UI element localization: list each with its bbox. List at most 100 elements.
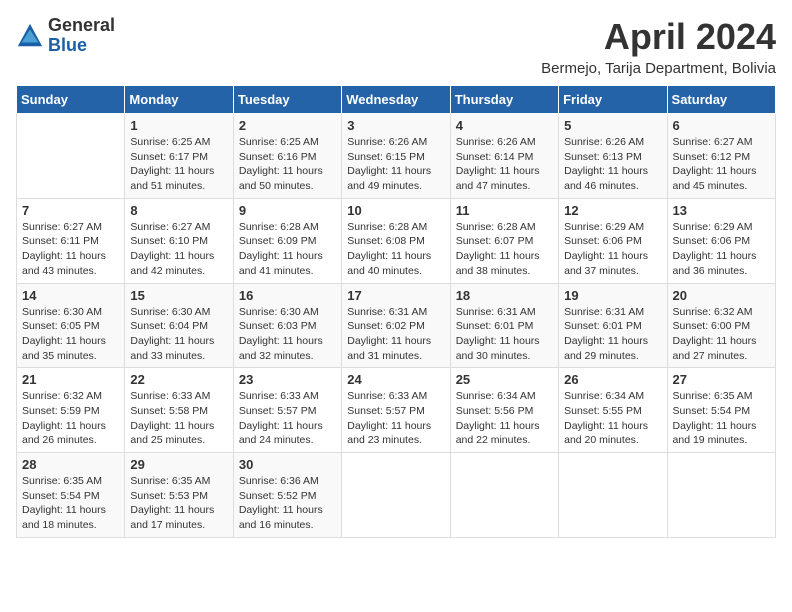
day-number: 3 xyxy=(347,118,444,133)
day-number: 7 xyxy=(22,203,119,218)
day-number: 9 xyxy=(239,203,336,218)
week-row-4: 21Sunrise: 6:32 AMSunset: 5:59 PMDayligh… xyxy=(17,368,776,453)
day-header-monday: Monday xyxy=(125,86,233,114)
logo-text: General Blue xyxy=(48,16,115,56)
calendar-cell: 19 Sunrise: 6:31 AMSunset: 6:01 PMDayligh… xyxy=(559,283,667,368)
day-info: Sunrise: 6:27 AMSunset: 6:12 PMDaylight:… xyxy=(673,135,770,194)
day-info: Sunrise: 6:34 AMSunset: 5:56 PMDaylight:… xyxy=(456,389,553,448)
day-info: Sunrise: 6:34 AMSunset: 5:55 PMDaylight:… xyxy=(564,389,661,448)
logo-blue: Blue xyxy=(48,36,115,56)
day-number: 28 xyxy=(22,457,119,472)
day-number: 10 xyxy=(347,203,444,218)
day-info: Sunrise: 6:29 AMSunset: 6:06 PMDaylight:… xyxy=(564,220,661,279)
day-info: Sunrise: 6:35 AMSunset: 5:54 PMDaylight:… xyxy=(22,474,119,533)
calendar-cell: 13 Sunrise: 6:29 AMSunset: 6:06 PMDayligh… xyxy=(667,198,775,283)
calendar-cell: 21Sunrise: 6:32 AMSunset: 5:59 PMDayligh… xyxy=(17,368,125,453)
calendar-cell: 18 Sunrise: 6:31 AMSunset: 6:01 PMDayligh… xyxy=(450,283,558,368)
calendar-cell: 22Sunrise: 6:33 AMSunset: 5:58 PMDayligh… xyxy=(125,368,233,453)
day-number: 14 xyxy=(22,288,119,303)
day-number: 18 xyxy=(456,288,553,303)
calendar-cell: 30 Sunrise: 6:36 AMSunset: 5:52 PMDayligh… xyxy=(233,453,341,538)
day-number: 15 xyxy=(130,288,227,303)
calendar-cell: 12 Sunrise: 6:29 AMSunset: 6:06 PMDayligh… xyxy=(559,198,667,283)
logo-icon xyxy=(16,22,44,50)
day-number: 8 xyxy=(130,203,227,218)
calendar-cell: 14 Sunrise: 6:30 AMSunset: 6:05 PMDayligh… xyxy=(17,283,125,368)
calendar-table: SundayMondayTuesdayWednesdayThursdayFrid… xyxy=(16,85,776,538)
day-info: Sunrise: 6:35 AMSunset: 5:53 PMDaylight:… xyxy=(130,474,227,533)
day-number: 23 xyxy=(239,372,336,387)
day-info: Sunrise: 6:33 AMSunset: 5:57 PMDaylight:… xyxy=(347,389,444,448)
day-info: Sunrise: 6:36 AMSunset: 5:52 PMDaylight:… xyxy=(239,474,336,533)
day-info: Sunrise: 6:30 AMSunset: 6:05 PMDaylight:… xyxy=(22,305,119,364)
calendar-cell: 27Sunrise: 6:35 AMSunset: 5:54 PMDayligh… xyxy=(667,368,775,453)
day-number: 16 xyxy=(239,288,336,303)
day-number: 30 xyxy=(239,457,336,472)
day-info: Sunrise: 6:26 AMSunset: 6:15 PMDaylight:… xyxy=(347,135,444,194)
day-header-wednesday: Wednesday xyxy=(342,86,450,114)
day-number: 2 xyxy=(239,118,336,133)
day-info: Sunrise: 6:31 AMSunset: 6:01 PMDaylight:… xyxy=(564,305,661,364)
day-info: Sunrise: 6:30 AMSunset: 6:04 PMDaylight:… xyxy=(130,305,227,364)
week-row-5: 28 Sunrise: 6:35 AMSunset: 5:54 PMDayligh… xyxy=(17,453,776,538)
day-info: Sunrise: 6:25 AMSunset: 6:16 PMDaylight:… xyxy=(239,135,336,194)
day-number: 22 xyxy=(130,372,227,387)
day-number: 13 xyxy=(673,203,770,218)
calendar-cell: 24 Sunrise: 6:33 AMSunset: 5:57 PMDayligh… xyxy=(342,368,450,453)
calendar-cell: 10 Sunrise: 6:28 AMSunset: 6:08 PMDayligh… xyxy=(342,198,450,283)
day-number: 19 xyxy=(564,288,661,303)
calendar-cell: 5Sunrise: 6:26 AMSunset: 6:13 PMDaylight… xyxy=(559,114,667,199)
calendar-cell: 11 Sunrise: 6:28 AMSunset: 6:07 PMDayligh… xyxy=(450,198,558,283)
day-number: 29 xyxy=(130,457,227,472)
calendar-cell: 2 Sunrise: 6:25 AMSunset: 6:16 PMDaylight… xyxy=(233,114,341,199)
day-info: Sunrise: 6:31 AMSunset: 6:02 PMDaylight:… xyxy=(347,305,444,364)
day-number: 11 xyxy=(456,203,553,218)
day-number: 24 xyxy=(347,372,444,387)
calendar-cell: 20 Sunrise: 6:32 AMSunset: 6:00 PMDayligh… xyxy=(667,283,775,368)
calendar-cell xyxy=(342,453,450,538)
calendar-cell: 26Sunrise: 6:34 AMSunset: 5:55 PMDayligh… xyxy=(559,368,667,453)
day-number: 20 xyxy=(673,288,770,303)
day-info: Sunrise: 6:30 AMSunset: 6:03 PMDaylight:… xyxy=(239,305,336,364)
day-number: 6 xyxy=(673,118,770,133)
calendar-cell: 6 Sunrise: 6:27 AMSunset: 6:12 PMDaylight… xyxy=(667,114,775,199)
calendar-cell: 29 Sunrise: 6:35 AMSunset: 5:53 PMDayligh… xyxy=(125,453,233,538)
calendar-cell: 15 Sunrise: 6:30 AMSunset: 6:04 PMDayligh… xyxy=(125,283,233,368)
calendar-cell xyxy=(667,453,775,538)
week-row-1: 1Sunrise: 6:25 AMSunset: 6:17 PMDaylight… xyxy=(17,114,776,199)
day-number: 12 xyxy=(564,203,661,218)
calendar-cell: 23 Sunrise: 6:33 AMSunset: 5:57 PMDayligh… xyxy=(233,368,341,453)
calendar-header-row: SundayMondayTuesdayWednesdayThursdayFrid… xyxy=(17,86,776,114)
day-header-saturday: Saturday xyxy=(667,86,775,114)
day-number: 17 xyxy=(347,288,444,303)
calendar-cell: 7 Sunrise: 6:27 AMSunset: 6:11 PMDaylight… xyxy=(17,198,125,283)
day-info: Sunrise: 6:31 AMSunset: 6:01 PMDaylight:… xyxy=(456,305,553,364)
calendar-cell: 28 Sunrise: 6:35 AMSunset: 5:54 PMDayligh… xyxy=(17,453,125,538)
day-info: Sunrise: 6:27 AMSunset: 6:11 PMDaylight:… xyxy=(22,220,119,279)
logo-general: General xyxy=(48,16,115,36)
calendar-cell: 1Sunrise: 6:25 AMSunset: 6:17 PMDaylight… xyxy=(125,114,233,199)
day-info: Sunrise: 6:35 AMSunset: 5:54 PMDaylight:… xyxy=(673,389,770,448)
day-header-sunday: Sunday xyxy=(17,86,125,114)
calendar-cell xyxy=(17,114,125,199)
location: Bermejo, Tarija Department, Bolivia xyxy=(541,60,776,77)
day-number: 21 xyxy=(22,372,119,387)
day-number: 4 xyxy=(456,118,553,133)
day-info: Sunrise: 6:28 AMSunset: 6:08 PMDaylight:… xyxy=(347,220,444,279)
day-info: Sunrise: 6:29 AMSunset: 6:06 PMDaylight:… xyxy=(673,220,770,279)
logo: General Blue xyxy=(16,16,115,56)
day-number: 5 xyxy=(564,118,661,133)
week-row-3: 14 Sunrise: 6:30 AMSunset: 6:05 PMDayligh… xyxy=(17,283,776,368)
day-info: Sunrise: 6:25 AMSunset: 6:17 PMDaylight:… xyxy=(130,135,227,194)
calendar-cell: 17 Sunrise: 6:31 AMSunset: 6:02 PMDayligh… xyxy=(342,283,450,368)
page-header: General Blue April 2024 Bermejo, Tarija … xyxy=(16,16,776,77)
day-info: Sunrise: 6:27 AMSunset: 6:10 PMDaylight:… xyxy=(130,220,227,279)
title-block: April 2024 Bermejo, Tarija Department, B… xyxy=(541,16,776,77)
day-info: Sunrise: 6:28 AMSunset: 6:07 PMDaylight:… xyxy=(456,220,553,279)
month-title: April 2024 xyxy=(541,16,776,58)
calendar-cell: 8 Sunrise: 6:27 AMSunset: 6:10 PMDaylight… xyxy=(125,198,233,283)
week-row-2: 7 Sunrise: 6:27 AMSunset: 6:11 PMDaylight… xyxy=(17,198,776,283)
day-info: Sunrise: 6:26 AMSunset: 6:14 PMDaylight:… xyxy=(456,135,553,194)
day-info: Sunrise: 6:32 AMSunset: 6:00 PMDaylight:… xyxy=(673,305,770,364)
day-info: Sunrise: 6:33 AMSunset: 5:57 PMDaylight:… xyxy=(239,389,336,448)
